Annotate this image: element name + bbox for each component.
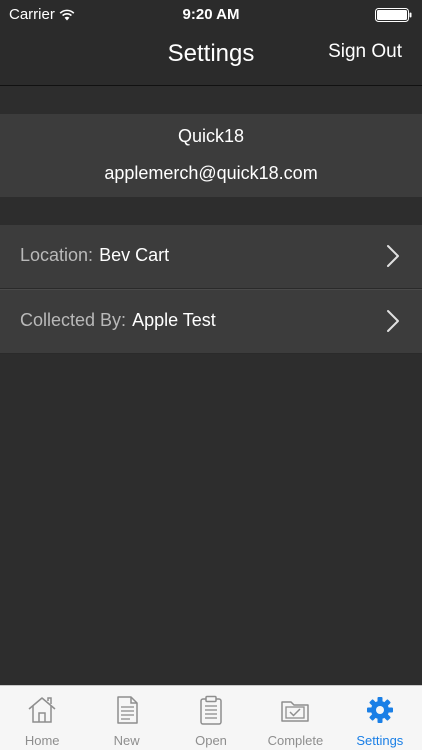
tab-complete[interactable]: Complete [253, 686, 337, 750]
settings-list: Location: Bev Cart Collected By: Apple Tes… [0, 225, 422, 354]
tab-settings-label: Settings [356, 733, 404, 748]
location-label: Location: [20, 245, 94, 265]
collected-by-value: Apple Test [132, 310, 216, 330]
tab-new-label: New [113, 733, 140, 748]
location-label-group: Location: Bev Cart [20, 245, 169, 266]
status-bar: Carrier 9:20 AM [0, 0, 422, 30]
collected-by-label: Collected By: [20, 310, 127, 330]
settings-screen: Carrier 9:20 AM Settings Sign Out Quick1… [0, 0, 422, 750]
document-icon [116, 696, 138, 724]
tab-home[interactable]: Home [0, 686, 84, 750]
navigation-bar: Settings Sign Out [0, 30, 422, 86]
tab-open[interactable]: Open [169, 686, 253, 750]
tab-home-label: Home [24, 733, 60, 748]
account-card: Quick18 applemerch@quick18.com [0, 114, 422, 197]
battery-icon [375, 8, 412, 22]
clipboard-icon [200, 695, 222, 725]
collected-by-row[interactable]: Collected By: Apple Test [0, 289, 422, 354]
tab-new[interactable]: New [84, 686, 168, 750]
tab-open-label: Open [195, 733, 227, 748]
location-row[interactable]: Location: Bev Cart [0, 225, 422, 289]
tab-complete-label: Complete [267, 733, 324, 748]
tab-settings[interactable]: Settings [338, 686, 422, 750]
account-email: applemerch@quick18.com [104, 163, 318, 183]
location-value: Bev Cart [99, 245, 170, 265]
collected-by-label-group: Collected By: Apple Test [20, 310, 216, 331]
sign-out-button[interactable]: Sign Out [328, 41, 402, 63]
tab-bar: Home New Open Complete Settings [0, 685, 422, 750]
folder-check-icon [281, 701, 310, 722]
status-time: 9:20 AM [182, 6, 240, 23]
home-icon [28, 697, 56, 723]
account-name: Quick18 [177, 126, 245, 146]
chevron-right-icon [387, 245, 399, 267]
gear-icon [366, 697, 393, 723]
chevron-right-icon [387, 310, 399, 332]
